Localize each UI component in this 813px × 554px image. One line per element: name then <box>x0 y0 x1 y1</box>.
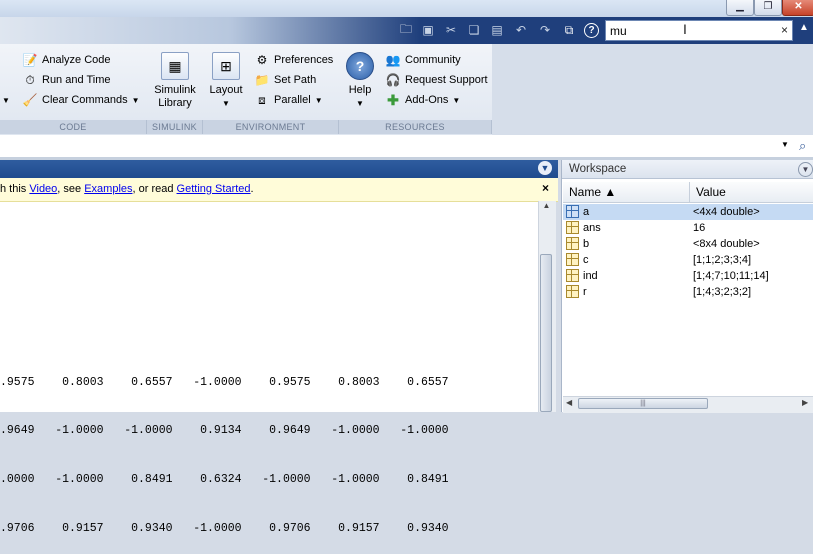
gear-icon: ⚙ <box>256 53 268 67</box>
open-icon[interactable]: 🗀 <box>398 22 414 38</box>
analyze-code-icon: 📝 <box>22 53 38 67</box>
prev-group-caret[interactable]: ▼ <box>0 56 10 106</box>
preferences-button[interactable]: ⚙ Preferences <box>254 50 334 70</box>
request-support-button[interactable]: 🎧 Request Support <box>385 70 488 90</box>
clear-commands-icon: 🧹 <box>22 93 38 107</box>
clear-commands-button[interactable]: 🧹 Clear Commands ▼ <box>22 90 140 110</box>
search-icon[interactable]: ⌕ <box>799 138 806 154</box>
column-divider[interactable] <box>689 182 690 202</box>
scroll-up-icon[interactable]: ▲ <box>538 201 555 216</box>
folder-icon: 📁 <box>254 73 270 87</box>
workspace-row[interactable]: ind [1;4;7;10;11;14] <box>563 268 813 284</box>
add-ons-button[interactable]: ✚ Add-Ons ▼ <box>385 90 488 110</box>
maximize-button[interactable]: ❐ <box>754 0 782 16</box>
close-notice-button[interactable]: × <box>542 181 549 195</box>
undo-icon[interactable]: ↶ <box>513 22 529 38</box>
redo-icon[interactable]: ↷ <box>537 22 553 38</box>
workspace-row[interactable]: a <4x4 double> <box>563 204 813 220</box>
close-window-button[interactable]: ✕ <box>782 0 813 16</box>
community-icon: 👥 <box>385 53 401 67</box>
collapse-toolstrip-icon[interactable]: ▲ <box>799 22 812 39</box>
parallel-icon: ⧈ <box>258 92 266 107</box>
workspace-column-header: Name ▲ Value <box>563 182 813 203</box>
chevron-down-icon: ▼ <box>452 95 461 105</box>
community-button[interactable]: 👥 Community <box>385 50 488 70</box>
help-button[interactable]: ? Help ▼ <box>344 52 376 110</box>
search-input[interactable] <box>610 23 770 38</box>
chevron-down-icon: ▼ <box>222 99 230 108</box>
getting-started-link[interactable]: Getting Started <box>177 183 251 195</box>
resources-group-footer: RESOURCES <box>339 120 492 134</box>
output-row: .9706 0.9157 0.9340 -1.0000 0.9706 0.915… <box>0 522 449 536</box>
title-bar <box>0 0 813 17</box>
matrix-icon <box>566 237 579 250</box>
help-circle-icon: ? <box>346 52 374 80</box>
environment-group-footer: ENVIRONMENT <box>203 120 339 134</box>
workspace-row[interactable]: ans 16 <box>563 220 813 236</box>
workspace-header: Workspace <box>562 160 813 179</box>
help-icon[interactable]: ? <box>584 23 599 38</box>
chevron-down-icon[interactable]: ▼ <box>781 140 789 149</box>
run-and-time-button[interactable]: ⏱ Run and Time <box>22 70 140 90</box>
scroll-right-icon[interactable]: ▶ <box>802 398 808 407</box>
run-and-time-icon: ⏱ <box>25 72 35 87</box>
current-folder-bar[interactable] <box>0 135 813 158</box>
scrollbar-thumb[interactable]: ||| <box>578 398 708 409</box>
command-output: .9575 0.8003 0.6557 -1.0000 0.9575 0.800… <box>0 342 538 554</box>
paste-icon[interactable]: ▤ <box>489 22 505 38</box>
analyze-code-button[interactable]: 📝 Analyze Code <box>22 50 140 70</box>
resources-group: 👥 Community 🎧 Request Support ✚ Add-Ons … <box>385 50 488 110</box>
layout-button[interactable]: ⊞ Layout ▼ <box>206 52 246 110</box>
layout-icon: ⊞ <box>212 52 240 80</box>
simulink-library-button[interactable]: ▦ Simulink Library <box>152 52 198 110</box>
scrollbar-thumb[interactable] <box>540 254 552 412</box>
output-row: .9575 0.8003 0.6557 -1.0000 0.9575 0.800… <box>0 375 449 389</box>
copy-icon[interactable]: ❏ <box>466 22 482 38</box>
command-window-header <box>0 160 558 178</box>
parallel-button[interactable]: ⧈ Parallel ▼ <box>254 90 333 110</box>
scroll-left-icon[interactable]: ◀ <box>566 398 572 407</box>
workspace-row[interactable]: c [1;1;2;3;3;4] <box>563 252 813 268</box>
workspace-row[interactable]: b <8x4 double> <box>563 236 813 252</box>
simulink-icon: ▦ <box>161 52 189 80</box>
code-group: 📝 Analyze Code ⏱ Run and Time 🧹 Clear Co… <box>22 50 140 110</box>
chevron-down-icon: ▼ <box>314 95 323 105</box>
chevron-down-icon: ▼ <box>356 99 364 108</box>
code-group-footer: CODE <box>0 120 147 134</box>
simulink-group-footer: SIMULINK <box>147 120 203 134</box>
getting-started-notice: h this Video, see Examples, or read Gett… <box>0 178 558 202</box>
workspace-row[interactable]: r [1;4;3;2;3;2] <box>563 284 813 300</box>
add-ons-icon: ✚ <box>387 91 399 108</box>
cut-icon[interactable]: ✂ <box>443 22 459 38</box>
search-documentation-box[interactable]: × <box>605 20 793 41</box>
support-icon: 🎧 <box>385 73 401 87</box>
environment-group: ⚙ Preferences 📁 Set Path ⧈ Parallel ▼ <box>254 50 334 110</box>
save-icon[interactable]: ▣ <box>420 22 436 38</box>
name-column-header[interactable]: Name ▲ <box>569 182 616 202</box>
toolstrip-fade <box>0 17 420 44</box>
matrix-icon <box>566 221 579 234</box>
text-cursor-icon: I <box>683 21 687 37</box>
value-column-header[interactable]: Value <box>696 182 726 202</box>
output-row: .0000 -1.0000 0.8491 0.6324 -1.0000 -1.0… <box>0 473 449 487</box>
workspace-menu-icon[interactable]: ▼ <box>798 162 813 177</box>
matrix-icon <box>566 269 579 282</box>
minimize-button[interactable]: ▁ <box>726 0 754 16</box>
command-window-menu-icon[interactable]: ▼ <box>538 161 552 175</box>
workspace-title: Workspace <box>569 163 627 175</box>
matrix-icon <box>566 205 579 218</box>
set-path-button[interactable]: 📁 Set Path <box>254 70 333 90</box>
matrix-icon <box>566 285 579 298</box>
clear-search-button[interactable]: × <box>781 23 788 37</box>
chevron-down-icon: ▼ <box>131 95 140 105</box>
output-row: .9649 -1.0000 -1.0000 0.9134 0.9649 -1.0… <box>0 424 449 438</box>
examples-link[interactable]: Examples <box>84 183 132 195</box>
ribbon-empty-area <box>492 44 813 135</box>
switch-windows-icon[interactable]: ⧉ <box>561 22 577 38</box>
video-link[interactable]: Video <box>29 183 57 195</box>
matrix-icon <box>566 253 579 266</box>
